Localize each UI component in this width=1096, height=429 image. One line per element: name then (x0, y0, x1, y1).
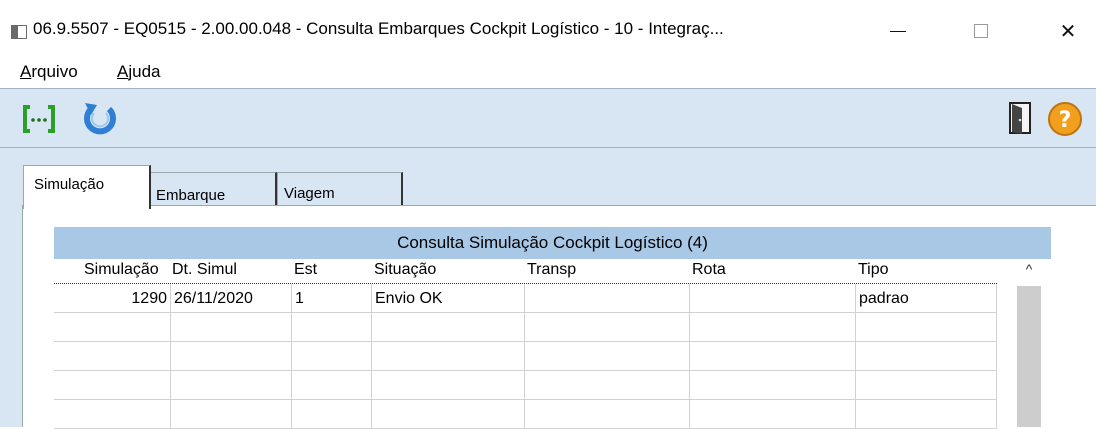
cell-rota[interactable] (690, 313, 856, 342)
cell-transp[interactable] (525, 313, 690, 342)
table-row[interactable]: 1290 26/11/2020 1 Envio OK padrao (54, 284, 997, 313)
menu-ajuda-mnemonic: A (117, 62, 129, 81)
col-header-rota[interactable]: Rota (692, 261, 726, 279)
refresh-icon[interactable] (81, 101, 119, 137)
tab-simulacao-label: Simulação (34, 176, 105, 193)
cell-dt-simul[interactable] (171, 400, 292, 429)
cell-est[interactable]: 1 (292, 284, 372, 313)
table-row[interactable] (54, 371, 997, 400)
minimize-button[interactable] (875, 15, 921, 47)
menu-ajuda[interactable]: Ajuda (117, 62, 160, 82)
title-bar: 06.9.5507 - EQ0515 - 2.00.00.048 - Consu… (0, 0, 1096, 58)
maximize-icon (974, 24, 988, 38)
col-header-est[interactable]: Est (294, 261, 317, 279)
cell-rota[interactable] (690, 342, 856, 371)
cell-transp[interactable] (525, 342, 690, 371)
cell-est[interactable] (292, 342, 372, 371)
cell-transp[interactable] (525, 284, 690, 313)
cell-rota[interactable] (690, 371, 856, 400)
col-header-simulacao[interactable]: Simulação (84, 261, 159, 279)
cell-situacao[interactable] (372, 371, 525, 400)
exit-door-icon[interactable] (1008, 101, 1034, 135)
cell-tipo[interactable]: padrao (856, 284, 997, 313)
cell-situacao[interactable]: Envio OK (372, 284, 525, 313)
col-header-tipo[interactable]: Tipo (858, 261, 889, 279)
cell-tipo[interactable] (856, 342, 997, 371)
help-glyph: ? (1059, 108, 1072, 133)
toolbar: ? (0, 88, 1096, 148)
close-icon: ✕ (1059, 20, 1077, 43)
table-row[interactable] (54, 342, 997, 371)
tab-simulacao[interactable]: Simulação (23, 165, 151, 209)
cell-est[interactable] (292, 371, 372, 400)
cell-est[interactable] (292, 313, 372, 342)
cell-dt-simul[interactable] (171, 313, 292, 342)
grid-header: Simulação Dt. Simul Est Situação Transp … (54, 259, 997, 284)
cell-simulacao[interactable] (54, 400, 171, 429)
scroll-track[interactable] (1017, 286, 1041, 427)
cell-dt-simul[interactable]: 26/11/2020 (171, 284, 292, 313)
grid-rows: 1290 26/11/2020 1 Envio OK padrao (54, 284, 997, 429)
menu-arquivo-label: rquivo (31, 62, 78, 81)
cell-rota[interactable] (690, 284, 856, 313)
cell-transp[interactable] (525, 371, 690, 400)
cell-situacao[interactable] (372, 313, 525, 342)
tab-embarque-label: Embarque (156, 187, 226, 204)
menu-arquivo[interactable]: Arquivo (20, 62, 78, 82)
scroll-up-icon[interactable]: ^ (1017, 261, 1041, 283)
maximize-button[interactable] (958, 15, 1004, 47)
menu-bar: Arquivo Ajuda (0, 58, 1096, 88)
zoom-bracket-icon[interactable] (22, 103, 56, 135)
minimize-icon (890, 30, 906, 32)
table-row[interactable] (54, 313, 997, 342)
cell-simulacao[interactable] (54, 342, 171, 371)
close-button[interactable]: ✕ (1045, 15, 1091, 47)
window-title: 06.9.5507 - EQ0515 - 2.00.00.048 - Consu… (33, 19, 724, 38)
cell-simulacao[interactable]: 1290 (54, 284, 171, 313)
cell-simulacao[interactable] (54, 313, 171, 342)
cell-dt-simul[interactable] (171, 371, 292, 400)
cell-tipo[interactable] (856, 371, 997, 400)
app-icon (11, 25, 27, 39)
cell-tipo[interactable] (856, 313, 997, 342)
cell-dt-simul[interactable] (171, 342, 292, 371)
tab-viagem-label: Viagem (284, 185, 335, 202)
cell-rota[interactable] (690, 400, 856, 429)
simulation-grid: Consulta Simulação Cockpit Logístico (4)… (54, 227, 1051, 429)
menu-arquivo-mnemonic: A (20, 62, 32, 81)
col-header-transp[interactable]: Transp (527, 261, 576, 279)
menu-ajuda-label: juda (128, 62, 161, 81)
cell-tipo[interactable] (856, 400, 997, 429)
cell-transp[interactable] (525, 400, 690, 429)
help-icon[interactable]: ? (1047, 101, 1083, 137)
tab-embarque[interactable]: Embarque (150, 172, 277, 205)
table-row[interactable] (54, 400, 997, 429)
cell-est[interactable] (292, 400, 372, 429)
cell-situacao[interactable] (372, 342, 525, 371)
col-header-situacao[interactable]: Situação (374, 261, 436, 279)
grid-title: Consulta Simulação Cockpit Logístico (4) (54, 227, 1051, 259)
vertical-scrollbar[interactable]: ^ (997, 259, 1051, 427)
cell-situacao[interactable] (372, 400, 525, 429)
tab-viagem[interactable]: Viagem (277, 172, 403, 205)
cell-simulacao[interactable] (54, 371, 171, 400)
col-header-dt-simul[interactable]: Dt. Simul (172, 261, 237, 279)
